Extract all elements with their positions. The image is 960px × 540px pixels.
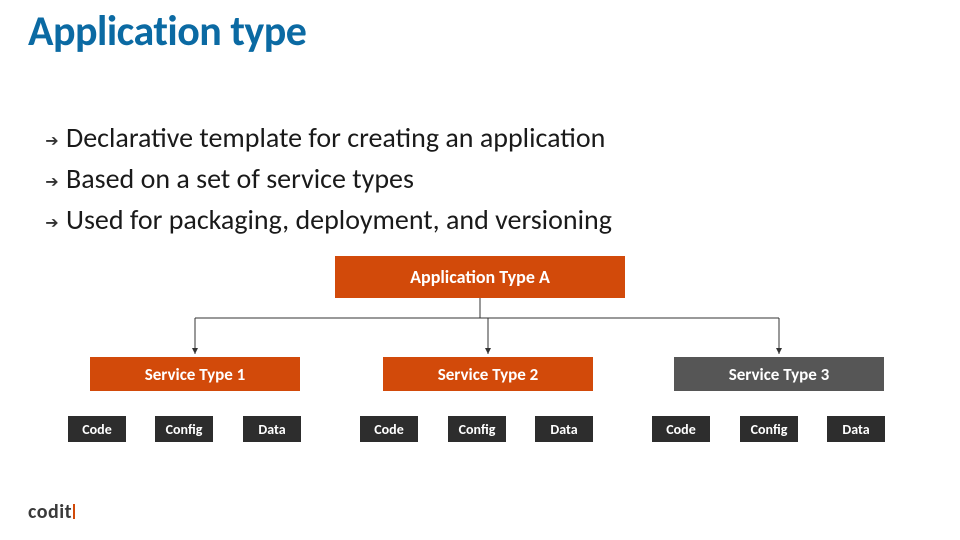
leaf-box: Code	[360, 416, 418, 442]
brand-logo: codit	[28, 500, 75, 524]
service-type-box: Service Type 2	[383, 357, 593, 391]
arrow-icon: ➔	[38, 202, 66, 233]
bullet-item: ➔ Declarative template for creating an a…	[38, 120, 918, 155]
service-type-box: Service Type 1	[90, 357, 300, 391]
bullet-text: Based on a set of service types	[66, 161, 414, 196]
leaf-box: Config	[155, 416, 213, 442]
leaf-box: Code	[68, 416, 126, 442]
hierarchy-diagram: Application Type A Service Type 1 Servic…	[0, 256, 960, 476]
bullet-list: ➔ Declarative template for creating an a…	[38, 120, 918, 243]
app-type-box: Application Type A	[335, 256, 625, 298]
slide-title: Application type	[28, 6, 306, 57]
leaf-box: Code	[652, 416, 710, 442]
leaf-box: Data	[827, 416, 885, 442]
bullet-item: ➔ Used for packaging, deployment, and ve…	[38, 202, 918, 237]
arrow-icon: ➔	[38, 161, 66, 192]
arrow-icon: ➔	[38, 120, 66, 151]
bullet-text: Used for packaging, deployment, and vers…	[66, 202, 612, 237]
brand-accent-icon	[73, 504, 75, 519]
bullet-item: ➔ Based on a set of service types	[38, 161, 918, 196]
leaf-box: Data	[243, 416, 301, 442]
service-type-box: Service Type 3	[674, 357, 884, 391]
brand-text: codit	[28, 500, 72, 524]
slide: Application type ➔ Declarative template …	[0, 0, 960, 540]
leaf-box: Data	[535, 416, 593, 442]
leaf-box: Config	[740, 416, 798, 442]
bullet-text: Declarative template for creating an app…	[66, 120, 605, 155]
leaf-box: Config	[448, 416, 506, 442]
